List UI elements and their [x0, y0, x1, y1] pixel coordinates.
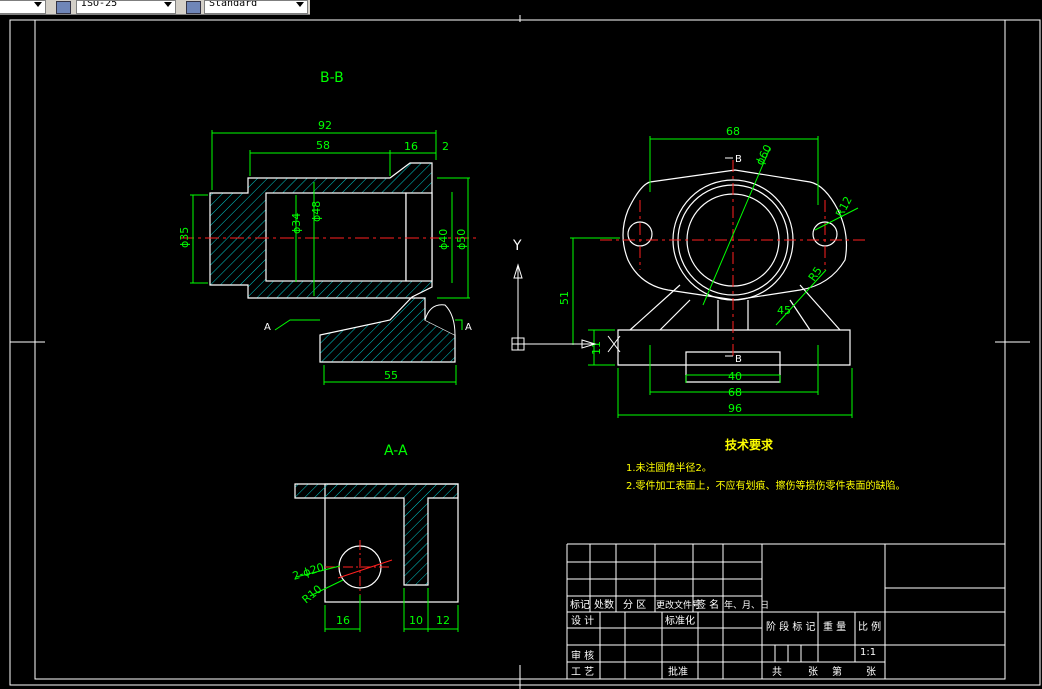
dim-45: 45: [777, 304, 791, 317]
tb-weight: 重 量: [823, 620, 846, 633]
tb-process: 工 艺: [571, 666, 594, 678]
dim-58: 58: [316, 139, 330, 152]
dim-2: 2: [442, 140, 449, 153]
tb-col-sign: 签 名: [696, 598, 719, 611]
section-mark-b-bottom: B: [735, 354, 742, 365]
dim-16-aa: 16: [336, 614, 350, 627]
tb-col-count: 处数: [594, 598, 614, 611]
dim-55: 55: [384, 369, 398, 382]
section-mark-a-right: A: [465, 322, 472, 333]
chevron-down-icon: [34, 2, 42, 7]
tb-scale-value: 1:1: [860, 647, 876, 658]
tb-sheets: 张: [808, 666, 818, 678]
dim-96: 96: [728, 402, 742, 415]
dim-phi48: ϕ48: [310, 201, 323, 222]
title-block: [566, 543, 1005, 679]
axis-y-label: Y: [512, 238, 522, 254]
dimension-style-icon[interactable]: [56, 1, 71, 14]
tb-stage: 阶 段 标 记: [766, 620, 816, 633]
tb-standard: 标准化: [665, 614, 695, 627]
toolbar: ISO-25 Standard: [0, 0, 310, 15]
dim-phi60: ϕ60: [753, 143, 774, 168]
dim-92: 92: [318, 119, 332, 132]
dim-phi40: ϕ40: [437, 229, 450, 250]
tb-col-docno: 更改文件号: [656, 599, 701, 611]
tb-review: 审 核: [571, 649, 594, 662]
textstyle-value: Standard: [209, 0, 258, 9]
layer-combo[interactable]: [0, 0, 46, 14]
tb-sheets-total: 共: [772, 666, 782, 678]
dim-10-aa: 10: [409, 614, 423, 627]
dimstyle-combo[interactable]: ISO-25: [76, 0, 176, 14]
dim-12-aa: 12: [436, 614, 450, 627]
textstyle-combo[interactable]: Standard: [204, 0, 308, 14]
tb-scale: 比 例: [858, 620, 881, 633]
section-mark-a-left: A: [264, 322, 271, 333]
section-aa-view: A-A 2-ϕ20 R10 16 10 12: [291, 443, 459, 632]
tb-sheet-no: 第: [832, 665, 842, 678]
text-style-icon[interactable]: [186, 1, 201, 14]
notes-title: 技术要求: [725, 437, 774, 452]
dim-r5: R5: [806, 264, 825, 283]
dim-phi35: ϕ35: [178, 227, 191, 248]
section-mark-b-top: B: [735, 154, 742, 165]
dim-68-top: 68: [726, 125, 740, 138]
dim-51: 51: [558, 291, 571, 305]
section-bb-title: B-B: [320, 70, 344, 86]
tb-col-zone: 分 区: [623, 599, 646, 611]
dim-40: 40: [728, 370, 742, 383]
tb-col-mark: 标记: [570, 599, 590, 611]
dim-phi50: ϕ50: [455, 229, 468, 250]
dim-r12: R12: [833, 194, 855, 219]
dim-r10: R10: [300, 582, 325, 606]
dim-phi34: ϕ34: [290, 213, 303, 234]
dimstyle-value: ISO-25: [81, 0, 118, 9]
ucs-axis-icon: [511, 263, 621, 353]
tb-col-date: 年、月、日: [724, 599, 769, 611]
dim-68: 68: [728, 386, 742, 399]
technical-notes: 技术要求 1.未注圆角半径2。 2.零件加工表面上，不应有划痕、擦伤等损伤零件表…: [626, 437, 906, 492]
dim-2-phi20: 2-ϕ20: [291, 561, 326, 583]
notes-line-2: 2.零件加工表面上，不应有划痕、擦伤等损伤零件表面的缺陷。: [626, 479, 906, 492]
dim-16: 16: [404, 140, 418, 153]
section-bb-view: B-B 92 58 16 2 ϕ35 ϕ34 ϕ48 ϕ40 ϕ50 55 A …: [178, 70, 478, 385]
top-view: 68 ϕ60 R12 R5 45 51 11 40 68 96 B B: [558, 125, 865, 418]
drawing-canvas[interactable]: B-B 92 58 16 2 ϕ35 ϕ34 ϕ48 ϕ40 ϕ50 55 A …: [0, 15, 1042, 689]
tb-approve: 批准: [668, 665, 688, 678]
tb-design: 设 计: [571, 614, 594, 627]
chevron-down-icon: [296, 2, 304, 7]
notes-line-1: 1.未注圆角半径2。: [626, 461, 712, 474]
section-bb-part: [180, 162, 478, 363]
section-aa-title: A-A: [384, 443, 408, 459]
chevron-down-icon: [164, 2, 172, 7]
title-block-text: 标记 处数 分 区 更改文件号 签 名 年、月、日 设 计 标准化 审 核 工 …: [570, 598, 881, 678]
tb-sheet-end: 张: [866, 666, 876, 678]
